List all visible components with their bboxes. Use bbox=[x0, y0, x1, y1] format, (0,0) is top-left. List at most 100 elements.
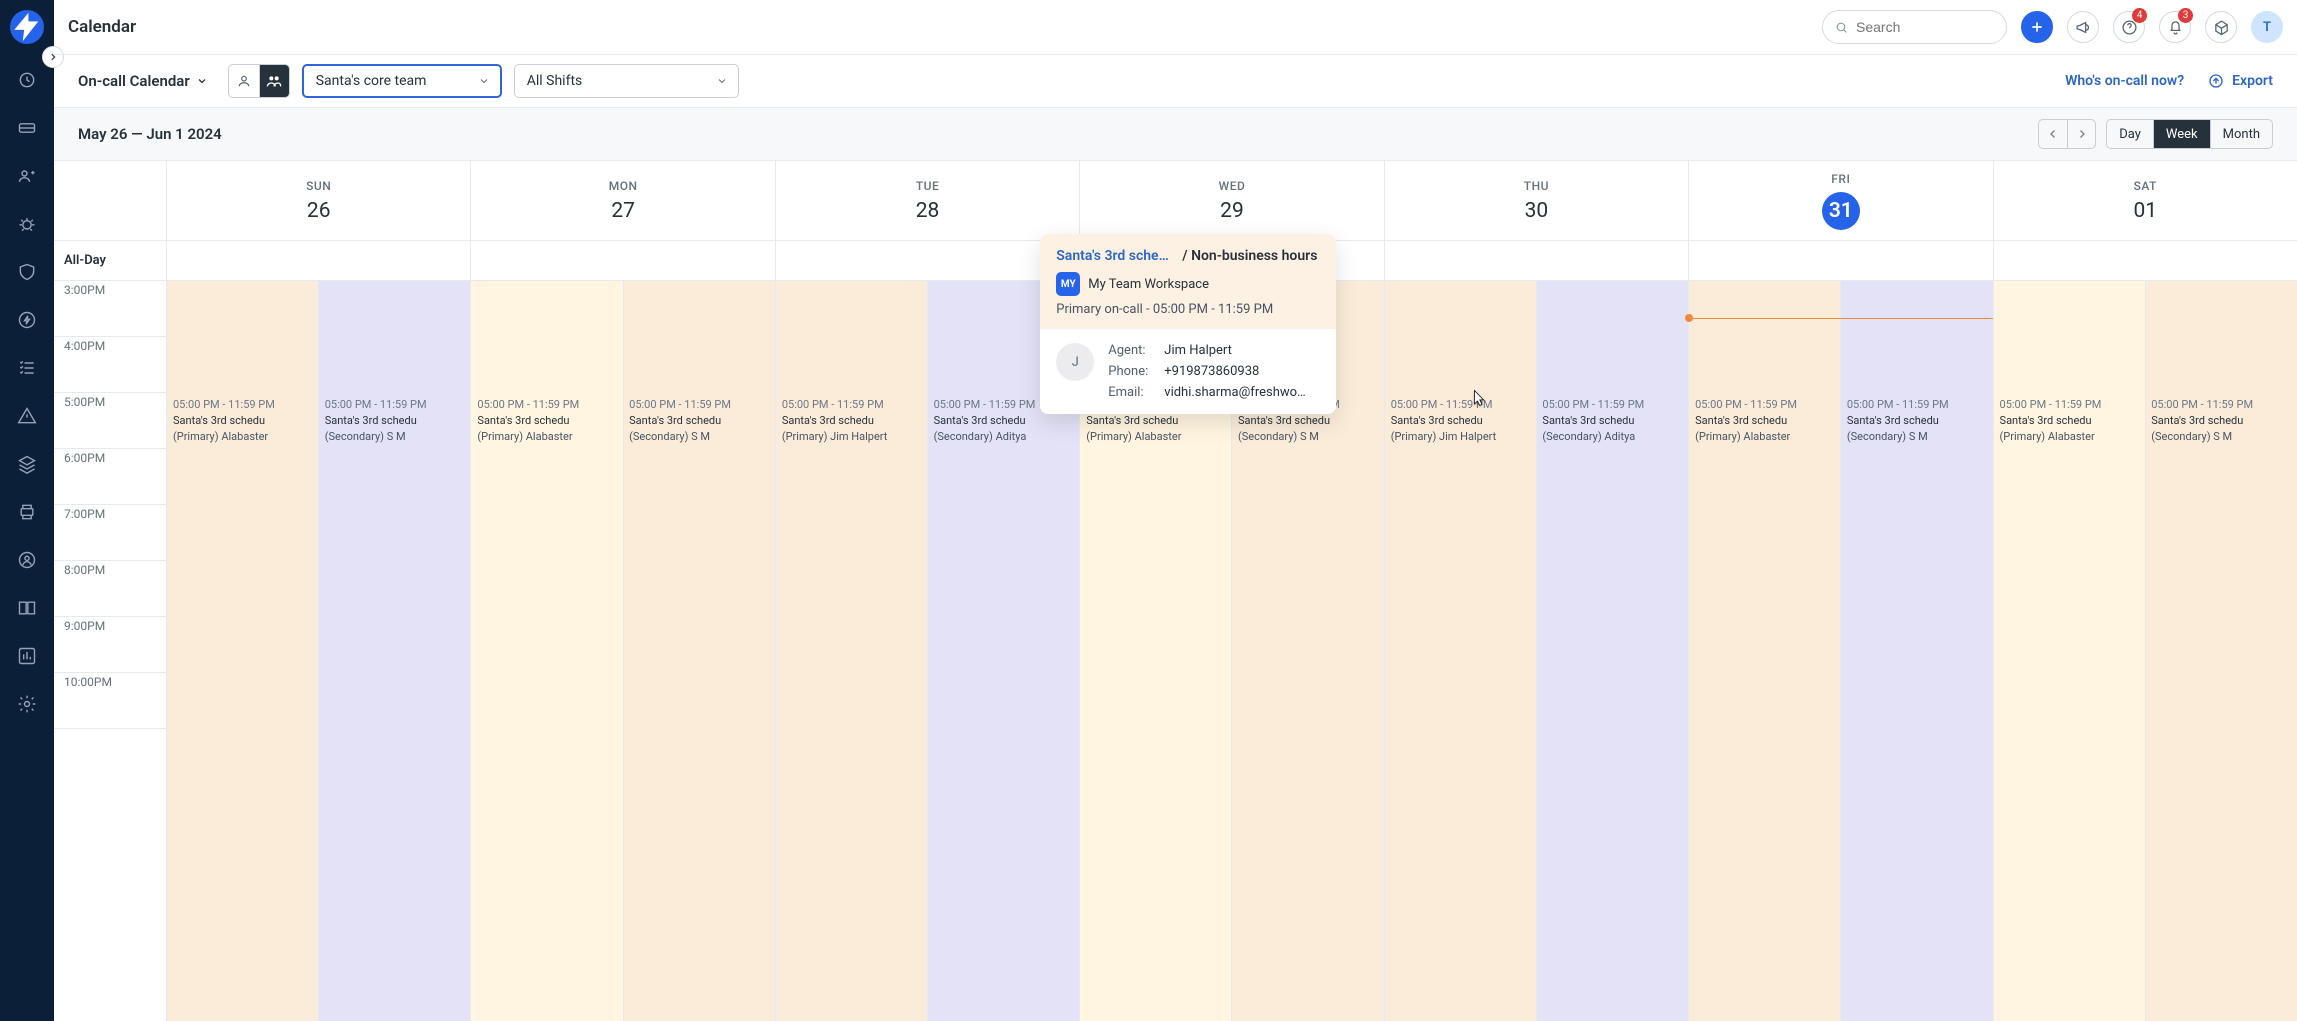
hour-label: 3:00PM bbox=[54, 281, 166, 337]
user-avatar[interactable]: T bbox=[2251, 11, 2283, 43]
day-of-week: THU bbox=[1524, 179, 1549, 193]
view-week[interactable]: Week bbox=[2153, 120, 2210, 148]
nav-users-icon[interactable] bbox=[7, 164, 47, 188]
nav-print-icon[interactable] bbox=[7, 500, 47, 524]
hour-label: 9:00PM bbox=[54, 617, 166, 673]
chevron-down-icon bbox=[478, 75, 490, 87]
day-header[interactable]: SAT 01 bbox=[1994, 161, 2297, 240]
hour-label: 7:00PM bbox=[54, 505, 166, 561]
day-of-week: SAT bbox=[2134, 179, 2157, 193]
day-of-week: SUN bbox=[306, 179, 331, 193]
event-block[interactable]: 05:00 PM - 11:59 PMSanta's 3rd schedu(Pr… bbox=[776, 393, 1079, 449]
email-label: Email: bbox=[1108, 385, 1158, 400]
event-block[interactable]: 05:00 PM - 11:59 PMSanta's 3rd schedu(Pr… bbox=[167, 393, 470, 449]
day-column[interactable]: 05:00 PM - 11:59 PMSanta's 3rd schedu(Pr… bbox=[167, 281, 471, 1021]
prev-week-button[interactable] bbox=[2039, 120, 2067, 148]
popover-title-link[interactable]: Santa's 3rd sched… bbox=[1056, 248, 1176, 264]
nav-book-icon[interactable] bbox=[7, 596, 47, 620]
all-day-cell[interactable] bbox=[167, 241, 471, 280]
single-agent-toggle[interactable] bbox=[229, 65, 259, 97]
help-badge: 4 bbox=[2132, 8, 2147, 23]
chevron-down-icon bbox=[716, 75, 728, 87]
section-title[interactable]: On-call Calendar bbox=[78, 72, 216, 90]
day-number: 01 bbox=[2133, 199, 2157, 223]
shift-select[interactable]: All Shifts bbox=[514, 64, 739, 98]
event-block[interactable]: 05:00 PM - 11:59 PMSanta's 3rd schedu(Pr… bbox=[1385, 393, 1688, 449]
notif-badge: 3 bbox=[2178, 8, 2193, 23]
day-column[interactable]: 05:00 PM - 11:59 PMSanta's 3rd schedu(Pr… bbox=[471, 281, 775, 1021]
day-column[interactable]: 05:00 PM - 11:59 PMSanta's 3rd schedu(Pr… bbox=[1385, 281, 1689, 1021]
day-header[interactable]: MON27 bbox=[471, 161, 775, 240]
hour-label: 5:00PM bbox=[54, 393, 166, 449]
all-day-cell[interactable] bbox=[1689, 241, 1993, 280]
agent-avatar: J bbox=[1056, 343, 1094, 381]
hour-label: 10:00PM bbox=[54, 673, 166, 729]
page-title: Calendar bbox=[68, 17, 136, 37]
day-header[interactable]: THU30 bbox=[1385, 161, 1689, 240]
hour-label: 6:00PM bbox=[54, 449, 166, 505]
all-day-label: All-Day bbox=[54, 241, 167, 280]
day-number: 29 bbox=[1220, 199, 1244, 223]
app-logo[interactable] bbox=[10, 10, 44, 44]
nav-warning-icon[interactable] bbox=[7, 404, 47, 428]
popover-time: Primary on-call - 05:00 PM - 11:59 PM bbox=[1056, 302, 1320, 317]
nav-settings-icon[interactable] bbox=[7, 692, 47, 716]
event-block[interactable]: 05:00 PM - 11:59 PMSanta's 3rd schedu(Pr… bbox=[1689, 393, 1992, 449]
view-switch: Day Week Month bbox=[2106, 119, 2273, 149]
phone-label: Phone: bbox=[1108, 364, 1158, 379]
whos-on-call-link[interactable]: Who's on-call now? bbox=[2065, 73, 2184, 89]
agent-name: Jim Halpert bbox=[1164, 343, 1232, 358]
day-column[interactable]: 05:00 PM - 11:59 PMSanta's 3rd schedu(Pr… bbox=[1689, 281, 1993, 1021]
popover-title-rest: / Non-business hours bbox=[1182, 248, 1317, 264]
help-button[interactable]: 4 bbox=[2113, 11, 2145, 43]
hour-label: 4:00PM bbox=[54, 337, 166, 393]
nav-layers-icon[interactable] bbox=[7, 452, 47, 476]
all-day-cell[interactable] bbox=[1385, 241, 1689, 280]
search-box[interactable] bbox=[1822, 10, 2007, 44]
section-title-text: On-call Calendar bbox=[78, 72, 190, 90]
calendar-header: SUN 26 MON27TUE28 WED 29 THU30FRI31 SAT 01 bbox=[54, 161, 2297, 241]
topbar: Calendar 4 3 T bbox=[54, 0, 2297, 55]
day-of-week: TUE bbox=[916, 179, 939, 193]
day-header[interactable]: FRI31 bbox=[1689, 161, 1993, 240]
left-nav-rail bbox=[0, 0, 54, 1021]
nav-tickets-icon[interactable] bbox=[7, 116, 47, 140]
day-column[interactable]: 05:00 PM - 11:59 PMSanta's 3rd schedu(Pr… bbox=[1994, 281, 2297, 1021]
now-indicator bbox=[1689, 318, 1992, 319]
team-select[interactable]: Santa's core team bbox=[302, 64, 502, 98]
day-header[interactable]: SUN 26 bbox=[167, 161, 471, 240]
notifications-button[interactable]: 3 bbox=[2159, 11, 2191, 43]
view-day[interactable]: Day bbox=[2107, 120, 2153, 148]
nav-bug-icon[interactable] bbox=[7, 212, 47, 236]
day-column[interactable]: 05:00 PM - 11:59 PMSanta's 3rd schedu(Pr… bbox=[776, 281, 1080, 1021]
event-block[interactable]: 05:00 PM - 11:59 PMSanta's 3rd schedu(Pr… bbox=[471, 393, 774, 449]
add-button[interactable] bbox=[2021, 11, 2053, 43]
day-number: 26 bbox=[307, 199, 331, 223]
hour-label: 8:00PM bbox=[54, 561, 166, 617]
announce-button[interactable] bbox=[2067, 11, 2099, 43]
all-day-cell[interactable] bbox=[776, 241, 1080, 280]
nav-reports-icon[interactable] bbox=[7, 644, 47, 668]
day-of-week: WED bbox=[1219, 179, 1246, 193]
export-button[interactable]: Export bbox=[2208, 73, 2273, 89]
day-number: 27 bbox=[611, 199, 635, 223]
range-row: May 26 — Jun 1 2024 Day Week Month bbox=[54, 108, 2297, 161]
nav-list-icon[interactable] bbox=[7, 356, 47, 380]
event-block[interactable]: 05:00 PM - 11:59 PMSanta's 3rd schedu(Pr… bbox=[1994, 393, 2297, 449]
search-input[interactable] bbox=[1856, 19, 1994, 35]
nav-bolt-icon[interactable] bbox=[7, 308, 47, 332]
event-popover: Santa's 3rd sched… / Non-business hours … bbox=[1040, 234, 1336, 414]
nav-shield-icon[interactable] bbox=[7, 260, 47, 284]
email-value: vidhi.sharma@freshwo… bbox=[1164, 385, 1305, 400]
all-day-cell[interactable] bbox=[471, 241, 775, 280]
next-week-button[interactable] bbox=[2067, 120, 2095, 148]
day-header[interactable]: TUE28 bbox=[776, 161, 1080, 240]
nav-oncall-icon[interactable] bbox=[7, 548, 47, 572]
day-header[interactable]: WED 29 bbox=[1080, 161, 1384, 240]
apps-button[interactable] bbox=[2205, 11, 2237, 43]
view-month[interactable]: Month bbox=[2210, 120, 2272, 148]
all-day-cell[interactable] bbox=[1994, 241, 2297, 280]
team-toggle[interactable] bbox=[259, 65, 289, 97]
nav-dashboard-icon[interactable] bbox=[7, 68, 47, 92]
agent-label: Agent: bbox=[1108, 343, 1158, 358]
